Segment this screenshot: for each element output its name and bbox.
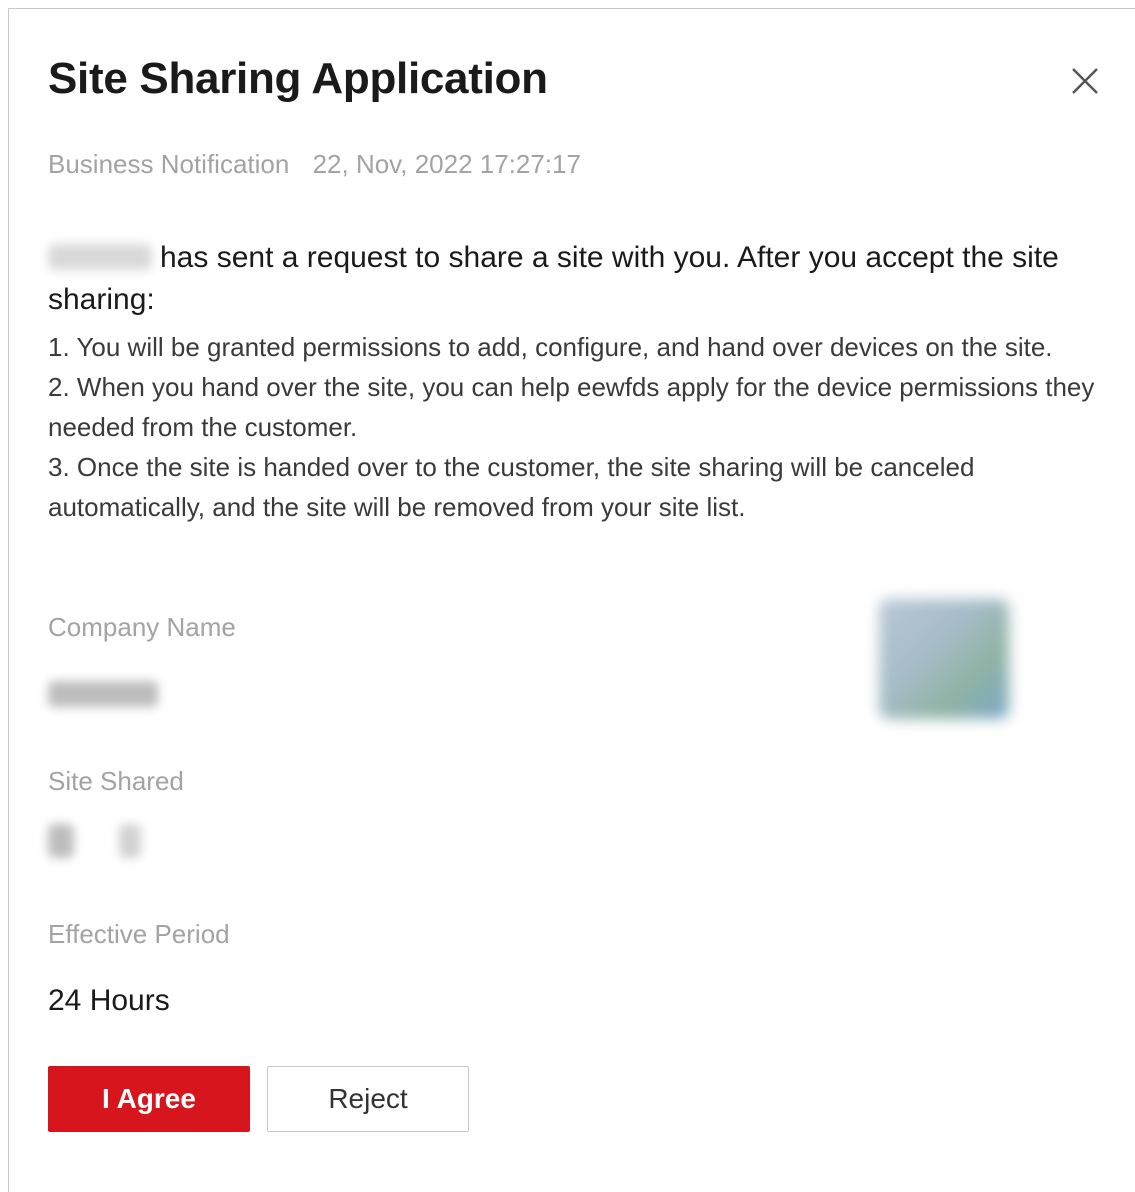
close-icon[interactable] (1069, 65, 1101, 97)
rule-item: 1. You will be granted permissions to ad… (48, 332, 1053, 362)
notification-meta: Business Notification 22, Nov, 2022 17:2… (48, 149, 581, 180)
agree-button[interactable]: I Agree (48, 1066, 250, 1132)
notification-category: Business Notification (48, 149, 290, 179)
sharing-rules: 1. You will be granted permissions to ad… (48, 327, 1108, 527)
rule-item: 2. When you hand over the site, you can … (48, 372, 1095, 442)
rule-item: 3. Once the site is handed over to the c… (48, 452, 975, 522)
blurred-site-name (119, 824, 141, 858)
site-shared-label: Site Shared (48, 766, 184, 796)
dialog-title: Site Sharing Application (48, 54, 548, 103)
site-sharing-dialog: Site Sharing Application Business Notifi… (8, 8, 1135, 1192)
notification-timestamp: 22, Nov, 2022 17:27:17 (312, 149, 581, 179)
blurred-sender-name (48, 244, 152, 270)
effective-period-label: Effective Period (48, 919, 230, 949)
blurred-company-name (48, 681, 158, 707)
request-message: has sent a request to share a site with … (48, 237, 1088, 321)
blurred-site-name (48, 824, 74, 858)
reject-button[interactable]: Reject (267, 1066, 469, 1132)
company-logo (879, 599, 1009, 719)
company-name-label: Company Name (48, 612, 236, 642)
effective-period-value: 24 Hours (48, 984, 170, 1017)
request-message-text: has sent a request to share a site with … (48, 241, 1059, 316)
